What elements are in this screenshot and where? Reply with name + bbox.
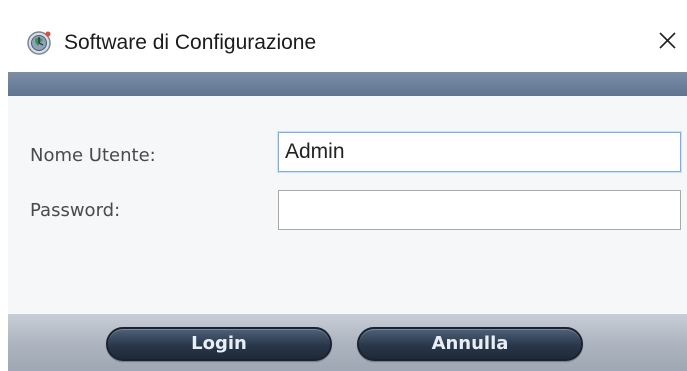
password-field[interactable] [278, 190, 681, 230]
login-dialog: Software di Configurazione Nome Utente: … [0, 0, 687, 371]
login-button[interactable]: Login [106, 327, 332, 361]
username-label: Nome Utente: [30, 145, 156, 166]
button-bar: Login Annulla [8, 314, 687, 371]
close-icon[interactable] [652, 26, 682, 56]
form-body: Nome Utente: Password: [8, 96, 687, 314]
globe-clock-icon [26, 30, 52, 56]
header-band [8, 72, 687, 96]
title-bar: Software di Configurazione [0, 0, 687, 72]
window-title: Software di Configurazione [64, 31, 317, 54]
cancel-button[interactable]: Annulla [357, 327, 583, 361]
username-field[interactable] [278, 132, 681, 172]
password-label: Password: [30, 200, 121, 221]
